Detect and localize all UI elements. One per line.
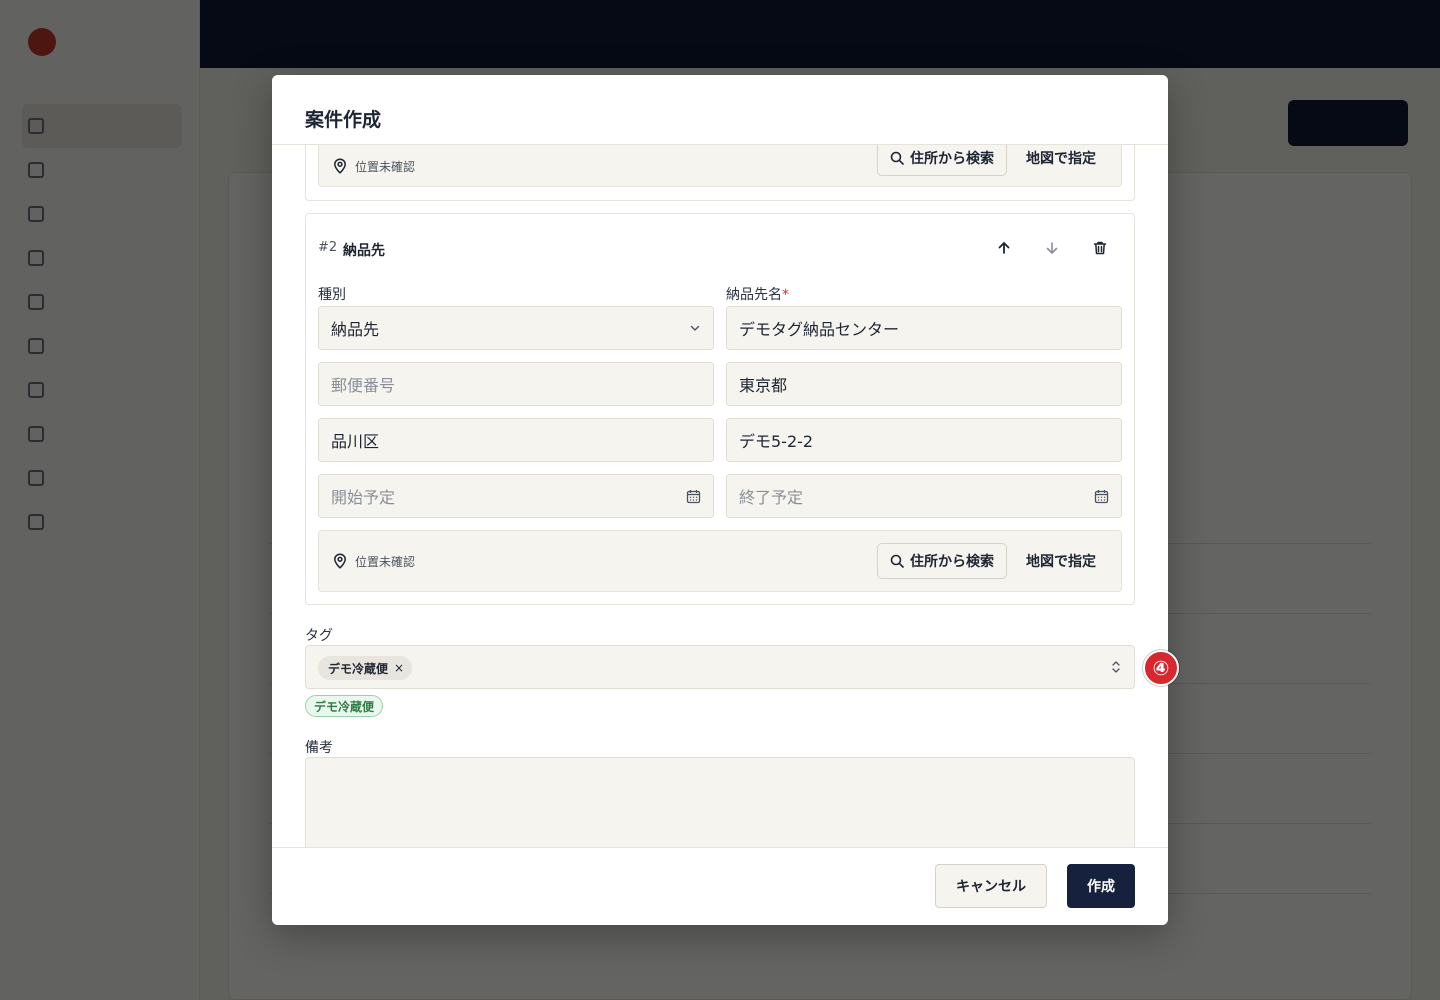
dest-name-label-text: 納品先名: [726, 287, 782, 303]
type-select[interactable]: 納品先: [318, 306, 714, 350]
search-address-label: 住所から検索: [910, 151, 994, 167]
cancel-button[interactable]: キャンセル: [935, 864, 1047, 908]
location-status-text: 位置未確認: [355, 159, 416, 174]
remove-tag-button[interactable]: ×: [394, 661, 404, 675]
stop-card: #2 納品先 種別 納品先名* 納品先 デモタグ納品センター 郵便番号 東京都 …: [305, 213, 1135, 605]
stop-name: 納品先: [343, 243, 385, 259]
tag-chip: デモ冷蔵便 ×: [318, 656, 413, 680]
specify-on-map-button[interactable]: 地図で指定: [1011, 543, 1111, 579]
prev-specify-on-map-button[interactable]: 地図で指定: [1011, 145, 1111, 176]
calendar-icon[interactable]: [686, 475, 701, 517]
chevron-down-icon: [689, 307, 701, 349]
address-input[interactable]: デモ5-2-2: [726, 418, 1122, 462]
move-up-button[interactable]: [990, 234, 1018, 262]
prev-search-address-button[interactable]: 住所から検索: [877, 145, 1007, 176]
dest-name-label: 納品先名*: [726, 284, 789, 304]
arrow-up-icon: [998, 242, 1010, 254]
tag-badge: デモ冷蔵便: [305, 695, 384, 717]
start-time-placeholder: 開始予定: [331, 488, 396, 507]
note-textarea[interactable]: [305, 757, 1135, 847]
map-label: 地図で指定: [1026, 554, 1096, 570]
note-label: 備考: [305, 740, 333, 756]
required-mark: *: [782, 287, 789, 303]
map-pin-icon: [334, 158, 346, 174]
trash-icon: [1093, 241, 1107, 255]
search-icon: [890, 554, 904, 568]
tag-chip-label: デモ冷蔵便: [328, 661, 389, 676]
create-case-modal: 案件作成 位置未確認 住所から検索 地図で指定 #2 納品先 種別 納品先名* …: [272, 75, 1168, 925]
end-time-input[interactable]: 終了予定: [726, 474, 1122, 518]
postal-code-placeholder: 郵便番号: [331, 376, 396, 395]
prev-stop-location-bar: 位置未確認 住所から検索 地図で指定: [318, 145, 1122, 187]
postal-code-input[interactable]: 郵便番号: [318, 362, 714, 406]
modal-header: 案件作成: [272, 75, 1168, 145]
search-icon: [890, 151, 904, 165]
location-status: 位置未確認: [333, 531, 415, 591]
calendar-icon[interactable]: [1094, 475, 1109, 517]
prev-location-status: 位置未確認: [333, 145, 415, 186]
map-label: 地図で指定: [1026, 151, 1096, 167]
search-address-label: 住所から検索: [910, 554, 994, 570]
dest-name-value: デモタグ納品センター: [739, 320, 900, 339]
arrow-down-icon: [1046, 242, 1058, 254]
search-address-button[interactable]: 住所から検索: [877, 543, 1007, 579]
updown-chevron-icon: [1110, 658, 1122, 680]
delete-stop-button[interactable]: [1086, 234, 1114, 262]
city-value: 品川区: [331, 432, 380, 451]
stop-number: #2: [318, 240, 338, 255]
prefecture-value: 東京都: [739, 376, 788, 395]
tags-label: タグ: [305, 628, 333, 644]
tags-select[interactable]: デモ冷蔵便 ×: [305, 645, 1135, 689]
start-time-input[interactable]: 開始予定: [318, 474, 714, 518]
dest-name-input[interactable]: デモタグ納品センター: [726, 306, 1122, 350]
map-pin-icon: [334, 553, 346, 569]
modal-title: 案件作成: [305, 109, 382, 131]
type-select-value: 納品先: [331, 320, 380, 339]
create-button[interactable]: 作成: [1067, 864, 1135, 908]
type-label: 種別: [318, 287, 346, 303]
location-status-text: 位置未確認: [355, 554, 416, 569]
modal-body[interactable]: 位置未確認 住所から検索 地図で指定 #2 納品先 種別 納品先名* 納品先 デ…: [272, 145, 1168, 847]
stop-location-bar: 位置未確認 住所から検索 地図で指定: [318, 530, 1122, 592]
end-time-placeholder: 終了予定: [739, 488, 804, 507]
annotation-step-marker: ④: [1143, 650, 1179, 686]
prefecture-input[interactable]: 東京都: [726, 362, 1122, 406]
address-value: デモ5-2-2: [739, 432, 814, 451]
city-input[interactable]: 品川区: [318, 418, 714, 462]
move-down-button[interactable]: [1038, 234, 1066, 262]
modal-footer: キャンセル 作成: [272, 847, 1168, 925]
